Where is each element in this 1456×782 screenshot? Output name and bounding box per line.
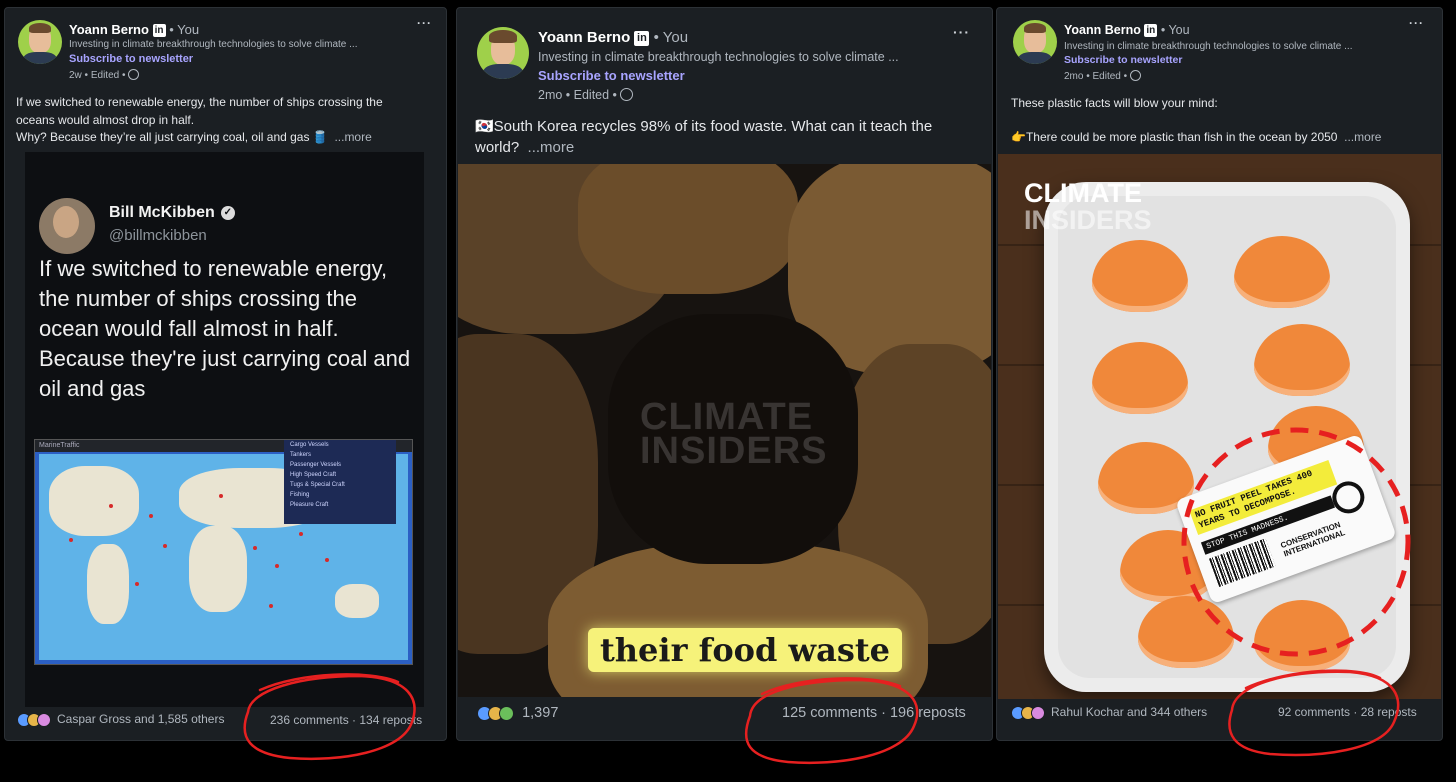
author-name-text[interactable]: Yoann Berno [69, 22, 149, 37]
subscribe-newsletter-link[interactable]: Subscribe to newsletter [69, 53, 193, 65]
linkedin-premium-icon: in [634, 30, 650, 46]
post-text: If we switched to renewable energy, the … [16, 94, 436, 147]
post-meta-text: 2w • Edited • [69, 70, 126, 82]
logo-line: INSIDERS [1024, 205, 1152, 235]
climate-insiders-logo: CLIMATE INSIDERS [1024, 180, 1152, 234]
post-text: These plastic facts will blow your mind:… [1011, 95, 1431, 146]
author-name[interactable]: Yoann Berno in • You [538, 29, 688, 46]
author-avatar[interactable] [1013, 20, 1057, 64]
linkedin-premium-icon: in [1144, 24, 1158, 38]
tweet-avatar [39, 198, 95, 254]
tweet-handle: @billmckibben [109, 227, 207, 244]
post-card-1: Yoann Berno in • You Investing in climat… [4, 7, 447, 741]
reaction-icons [477, 705, 514, 721]
post-meta-text: 2mo • Edited • [538, 88, 617, 102]
ship-map: MarineTraffic Cargo Vessels Tankers Pass… [34, 439, 413, 665]
reactions-summary[interactable]: Rahul Kochar and 344 others [1011, 705, 1208, 721]
author-name-text[interactable]: Yoann Berno [538, 29, 630, 46]
reactions-text: 1,397 [522, 705, 559, 721]
map-land [189, 526, 247, 612]
post-card-3: Yoann Berno in • You Investing in climat… [996, 7, 1443, 741]
post-text-line-text: 👉There could be more plastic than fish i… [1011, 130, 1338, 144]
globe-icon [1129, 70, 1141, 81]
see-more-link[interactable]: ...more [334, 130, 371, 144]
post-text-line-text: Why? Because they’re all just carrying c… [16, 130, 328, 144]
tweet-author-text: Bill McKibben [109, 204, 215, 221]
author-avatar[interactable] [477, 27, 529, 79]
reactions-text: Caspar Gross and 1,585 others [57, 712, 225, 726]
reactions-summary[interactable]: 1,397 [477, 705, 558, 721]
author-avatar[interactable] [18, 20, 62, 64]
watermark: CLIMATE INSIDERS [640, 396, 828, 472]
author-name-text[interactable]: Yoann Berno [1064, 23, 1141, 37]
post-text-line: world? ...more [475, 137, 980, 158]
you-label: • You [1160, 23, 1190, 37]
watermark-line: CLIMATE [640, 396, 814, 438]
post-text-line: If we switched to renewable energy, the … [16, 95, 383, 109]
post-meta: 2mo • Edited • [538, 88, 634, 102]
post-text-line-text: world? [475, 139, 520, 156]
comments-reposts[interactable]: 236 comments · 134 reposts [270, 713, 422, 727]
reactions-summary[interactable]: Caspar Gross and 1,585 others [17, 712, 225, 728]
you-label: • You [169, 22, 200, 37]
legend-item: Pleasure Craft [290, 502, 329, 508]
comments-reposts[interactable]: 125 comments · 196 reposts [782, 705, 966, 721]
logo-line: CLIMATE [1024, 178, 1142, 208]
linkedin-premium-icon: in [152, 24, 166, 38]
see-more-link[interactable]: ...more [528, 139, 575, 156]
post-text-line: 👉There could be more plastic than fish i… [1011, 129, 1431, 146]
author-tagline: Investing in climate breakthrough techno… [538, 50, 899, 64]
subscribe-newsletter-link[interactable]: Subscribe to newsletter [538, 68, 685, 83]
tweet-author: Bill McKibben ✓ [109, 204, 235, 222]
more-options-icon[interactable]: ··· [417, 16, 432, 30]
author-tagline: Investing in climate breakthrough techno… [69, 39, 358, 50]
legend-item: Tugs & Special Craft [290, 482, 345, 488]
post-image[interactable]: Bill McKibben ✓ @billmckibben If we switc… [25, 152, 424, 707]
author-tagline: Investing in climate breakthrough techno… [1064, 41, 1353, 52]
map-land [335, 584, 379, 618]
video-caption: their food waste [588, 628, 902, 672]
subscribe-newsletter-link[interactable]: Subscribe to newsletter [1064, 54, 1182, 66]
post-text-line: Why? Because they’re all just carrying c… [16, 129, 436, 147]
map-land [87, 544, 129, 624]
post-text-line: oceans would almost drop in half. [16, 112, 195, 127]
globe-icon [128, 69, 140, 80]
reaction-icons [1011, 705, 1045, 721]
verified-icon: ✓ [220, 205, 235, 220]
legend-item: Tankers [290, 452, 312, 458]
map-legend: Cargo Vessels Tankers Passenger Vessels … [284, 440, 396, 524]
post-image[interactable]: NO FRUIT PEEL TAKES 400 YEARS TO DECOMPO… [998, 154, 1441, 699]
more-options-icon[interactable]: ··· [953, 24, 970, 40]
author-name[interactable]: Yoann Berno in • You [1064, 23, 1190, 38]
tweet-text: If we switched to renewable energy, the … [39, 256, 411, 401]
legend-item: High Speed Craft [290, 472, 337, 478]
legend-item: Cargo Vessels [290, 442, 329, 448]
post-text-line: 🇰🇷South Korea recycles 98% of its food w… [475, 118, 933, 135]
see-more-link[interactable]: ...more [1344, 130, 1381, 144]
post-video[interactable]: CLIMATE INSIDERS their food waste [458, 164, 991, 697]
more-options-icon[interactable]: ··· [1409, 16, 1424, 30]
post-card-2: Yoann Berno in • You Investing in climat… [456, 7, 993, 741]
post-meta-text: 2mo • Edited • [1064, 71, 1128, 83]
post-text: 🇰🇷South Korea recycles 98% of its food w… [475, 116, 980, 158]
comments-reposts[interactable]: 92 comments · 28 reposts [1278, 705, 1417, 719]
legend-item: Fishing [290, 492, 310, 498]
author-name[interactable]: Yoann Berno in • You [69, 22, 200, 38]
map-land [49, 466, 139, 536]
you-label: • You [653, 29, 689, 46]
watermark-line: INSIDERS [640, 430, 828, 472]
post-meta: 2mo • Edited • [1064, 70, 1141, 83]
globe-icon [620, 88, 634, 102]
post-meta: 2w • Edited • [69, 69, 140, 82]
post-text-line: These plastic facts will blow your mind: [1011, 96, 1218, 110]
reaction-icons [17, 712, 51, 728]
reactions-text: Rahul Kochar and 344 others [1051, 705, 1208, 719]
legend-item: Passenger Vessels [290, 462, 342, 468]
